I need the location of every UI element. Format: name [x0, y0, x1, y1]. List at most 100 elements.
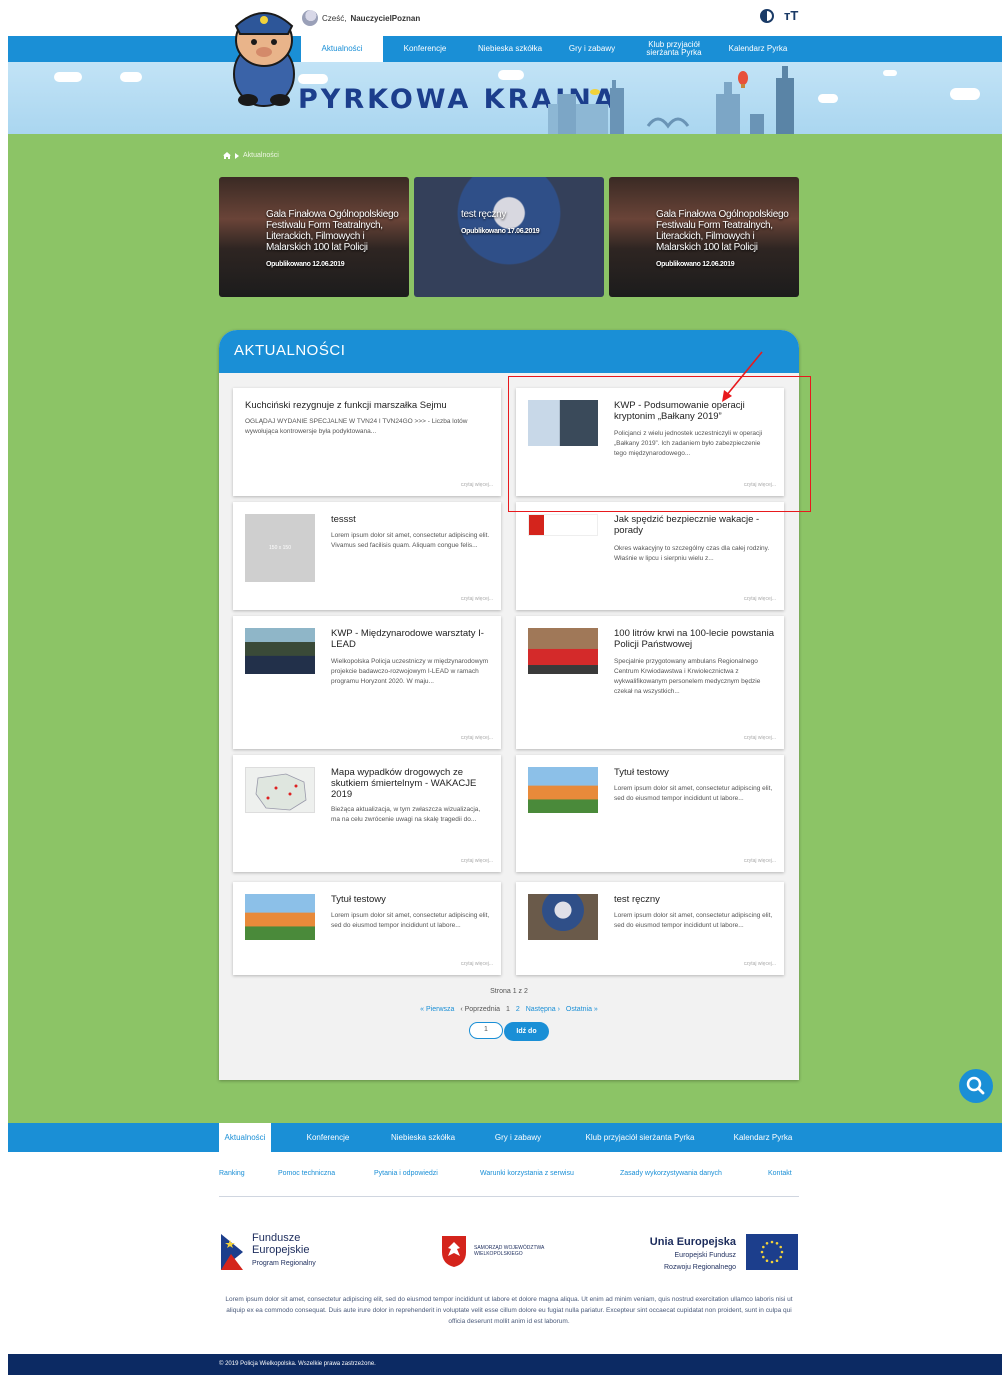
news-thumbnail[interactable] [528, 767, 598, 813]
read-more-link[interactable]: czytaj więcej... [461, 858, 493, 864]
news-title[interactable]: Mapa wypadków drogowych ze skutkiem śmie… [331, 767, 491, 800]
news-excerpt: Wielkopolska Policja uczestniczy w międz… [331, 658, 489, 685]
news-thumbnail[interactable] [528, 514, 598, 536]
read-more-link[interactable]: czytaj więcej... [744, 735, 776, 741]
news-title[interactable]: KWP - Międzynarodowe warsztaty I-LEAD [331, 628, 491, 650]
top-bar: Cześć, NauczycielPoznan тT [8, 0, 1002, 36]
pagination-page-2[interactable]: 2 [516, 1006, 520, 1013]
pagination-next[interactable]: Następna › [526, 1006, 560, 1013]
search-button[interactable] [959, 1069, 993, 1103]
news-title[interactable]: 100 litrów krwi na 100-lecie powstania P… [614, 628, 774, 650]
news-excerpt: OGLĄDAJ WYDANIE SPECJALNE W TVN24 I TVN2… [245, 418, 468, 435]
news-card[interactable]: 100 litrów krwi na 100-lecie powstania P… [516, 616, 784, 749]
read-more-link[interactable]: czytaj więcej... [461, 961, 493, 967]
annotation-arrow-icon [722, 351, 763, 402]
news-thumbnail-map[interactable] [245, 767, 315, 813]
nav-item-klub-przyjaciol[interactable]: Klub przyjaciół sierżanta Pyrka [638, 36, 710, 62]
search-icon [966, 1076, 985, 1095]
read-more-link[interactable]: czytaj więcej... [461, 735, 493, 741]
news-excerpt: Specjalnie przygotowany ambulans Regiona… [614, 658, 761, 695]
user-avatar[interactable] [302, 10, 318, 26]
news-title[interactable]: Kuchciński rezygnuje z funkcji marszałka… [245, 400, 493, 411]
news-title[interactable]: test ręczny [614, 894, 774, 905]
footer-link[interactable]: Pytania i odpowiedzi [374, 1170, 438, 1177]
user-greeting[interactable]: Cześć, NauczycielPoznan [302, 10, 420, 26]
featured-card[interactable]: test ręczny Opublikowano 17.06.2019 [414, 177, 604, 297]
footer-link[interactable]: Warunki korzystania z serwisu [480, 1170, 574, 1177]
main-nav: Aktualności Konferencje Niebieska szkółk… [8, 36, 1002, 62]
news-thumbnail[interactable] [528, 894, 598, 940]
greeting-prefix: Cześć, [322, 13, 347, 23]
read-more-link[interactable]: czytaj więcej... [744, 961, 776, 967]
nav-item-gry-i-zabawy[interactable]: Gry i zabawy [558, 36, 626, 62]
chevron-right-icon [235, 152, 239, 159]
read-more-link[interactable]: czytaj więcej... [744, 596, 776, 602]
read-more-link[interactable]: czytaj więcej... [461, 596, 493, 602]
news-card[interactable]: KWP - Międzynarodowe warsztaty I-LEAD Wi… [233, 616, 501, 749]
news-card[interactable]: 150 x 150 tessst Lorem ipsum dolor sit a… [233, 502, 501, 610]
news-thumbnail[interactable] [245, 894, 315, 940]
featured-card[interactable]: Gala Finałowa Ogólnopolskiego Festiwalu … [219, 177, 409, 297]
font-size-icon[interactable]: тT [784, 8, 798, 23]
mascot-sergeant-pyrek [233, 12, 295, 107]
news-thumbnail[interactable] [245, 628, 315, 674]
footer-nav-item[interactable]: Kalendarz Pyrka [724, 1123, 802, 1152]
news-title[interactable]: Jak spędzić bezpiecznie wakacje - porady [614, 514, 774, 536]
news-card[interactable]: Tytuł testowy Lorem ipsum dolor sit amet… [233, 882, 501, 975]
news-excerpt: Lorem ipsum dolor sit amet, consectetur … [331, 532, 490, 549]
nav-item-aktualnosci[interactable]: Aktualności [301, 36, 383, 62]
page-number-input[interactable]: 1 [469, 1022, 503, 1039]
cloud-decoration [498, 70, 524, 80]
pagination-info: Strona 1 z 2 [490, 988, 528, 995]
news-card[interactable]: Tytuł testowy Lorem ipsum dolor sit amet… [516, 755, 784, 872]
news-title[interactable]: Tytuł testowy [331, 894, 491, 905]
news-thumbnail[interactable] [528, 628, 598, 674]
news-card[interactable]: Mapa wypadków drogowych ze skutkiem śmie… [233, 755, 501, 872]
pagination-last[interactable]: Ostatnia » [566, 1006, 598, 1013]
contrast-toggle-icon[interactable] [760, 8, 774, 23]
featured-date: Opublikowano 12.06.2019 [266, 261, 345, 268]
featured-card[interactable]: Gala Finałowa Ogólnopolskiego Festiwalu … [609, 177, 799, 297]
news-card[interactable]: Kuchciński rezygnuje z funkcji marszałka… [233, 388, 501, 496]
footer-nav-item[interactable]: Konferencje [292, 1123, 364, 1152]
cloud-decoration [54, 72, 82, 82]
footer-link[interactable]: Zasady wykorzystywania danych [620, 1170, 722, 1177]
news-excerpt: Lorem ipsum dolor sit amet, consectetur … [614, 785, 773, 802]
news-heading: AKTUALNOŚCI [234, 342, 346, 359]
news-title[interactable]: tessst [331, 514, 491, 525]
copyright-bar: © 2019 Policja Wielkopolska. Wszelkie pr… [8, 1354, 1002, 1375]
footer-link[interactable]: Kontakt [768, 1170, 792, 1177]
news-title[interactable]: Tytuł testowy [614, 767, 774, 778]
news-thumbnail-placeholder[interactable]: 150 x 150 [245, 514, 315, 582]
footer-nav-item[interactable]: Gry i zabawy [482, 1123, 554, 1152]
footer-link[interactable]: Pomoc techniczna [278, 1170, 335, 1177]
footer-link[interactable]: Ranking [219, 1170, 245, 1177]
news-card[interactable]: Jak spędzić bezpiecznie wakacje - porady… [516, 502, 784, 610]
nav-item-konferencje[interactable]: Konferencje [388, 36, 462, 62]
news-card[interactable]: test ręczny Lorem ipsum dolor sit amet, … [516, 882, 784, 975]
news-excerpt: Bieżąca aktualizacja, w tym zwłaszcza wi… [331, 806, 481, 823]
accessibility-tools: тT [760, 8, 798, 23]
fe-logo-line1: Fundusze [252, 1232, 301, 1244]
username[interactable]: NauczycielPoznan [350, 14, 420, 23]
footer-nav: Aktualności Konferencje Niebieska szkółk… [8, 1123, 1002, 1152]
nav-item-niebieska-szkolka[interactable]: Niebieska szkółka [468, 36, 552, 62]
news-excerpt: Okres wakacyjny to szczególny czas dla c… [614, 545, 770, 562]
footer-nav-item[interactable]: Klub przyjaciół sierżanta Pyrka [570, 1123, 710, 1152]
pagination: « Pierwsza ‹ Poprzednia 1 2 Następna › O… [219, 1006, 799, 1013]
wielkopolska-logo-text: SAMORZĄD WOJEWÓDZTWA WIELKOPOLSKIEGO [474, 1245, 594, 1257]
footer-nav-item[interactable]: Aktualności [219, 1123, 271, 1152]
fundusze-logo-text: Fundusze Europejskie Program Regionalny [252, 1232, 352, 1270]
cloud-decoration [950, 88, 980, 100]
unia-europejska-logo-text: Unia Europejska Europejski Fundusz Rozwo… [628, 1236, 736, 1272]
go-to-page-button[interactable]: Idź do [504, 1022, 549, 1041]
read-more-link[interactable]: czytaj więcej... [744, 858, 776, 864]
eu-flag-icon [746, 1234, 798, 1270]
wielkopolska-coat-of-arms-icon [442, 1236, 466, 1267]
home-icon[interactable] [223, 152, 231, 159]
nav-item-kalendarz-pyrka[interactable]: Kalendarz Pyrka [720, 36, 796, 62]
pagination-first[interactable]: « Pierwsza [420, 1006, 454, 1013]
footer-nav-item[interactable]: Niebieska szkółka [380, 1123, 466, 1152]
read-more-link[interactable]: czytaj więcej... [461, 482, 493, 488]
featured-caption: Gala Finałowa Ogólnopolskiego Festiwalu … [656, 209, 791, 270]
